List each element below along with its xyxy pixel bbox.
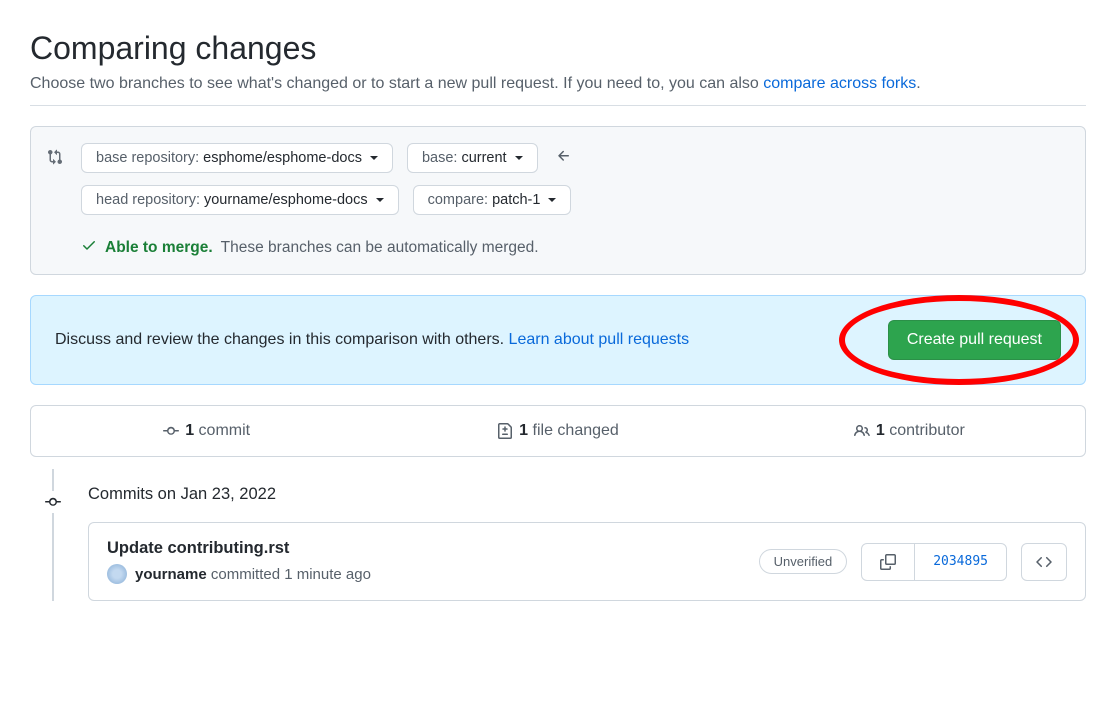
files-label: file changed — [528, 422, 619, 439]
merge-status-text: Able to merge. — [105, 239, 213, 257]
commit-sha-link[interactable]: 2034895 — [914, 544, 1006, 580]
pull-request-banner: Discuss and review the changes in this c… — [30, 295, 1086, 385]
base-repository-dropdown[interactable]: base repository: esphome/esphome-docs — [81, 143, 393, 173]
caret-down-icon — [548, 198, 556, 202]
base-repo-label: base repository: — [96, 150, 199, 166]
merge-status: Able to merge. These branches can be aut… — [81, 237, 1069, 258]
range-editor: base repository: esphome/esphome-docs ba… — [30, 126, 1086, 275]
commits-label: commit — [194, 422, 250, 439]
compare-across-forks-link[interactable]: compare across forks — [763, 75, 916, 92]
head-repository-dropdown[interactable]: head repository: yourname/esphome-docs — [81, 185, 399, 215]
commit-marker-icon — [42, 491, 64, 513]
base-value: current — [461, 150, 506, 166]
files-count: 1 — [519, 422, 528, 439]
subtitle-text: Choose two branches to see what's change… — [30, 75, 763, 92]
head-repo-value: yourname/esphome-docs — [204, 192, 368, 208]
timeline-line — [52, 469, 54, 601]
pr-banner-prefix: Discuss and review the changes in this c… — [55, 331, 509, 348]
page-subtitle: Choose two branches to see what's change… — [30, 75, 1086, 93]
check-icon — [81, 237, 97, 258]
verification-badge[interactable]: Unverified — [759, 549, 848, 574]
commit-title-link[interactable]: Update contributing.rst — [107, 539, 371, 558]
avatar-icon[interactable] — [107, 564, 127, 584]
compare-value: patch-1 — [492, 192, 540, 208]
caret-down-icon — [376, 198, 384, 202]
merge-status-description: These branches can be automatically merg… — [221, 239, 539, 257]
people-icon — [854, 423, 870, 439]
commit-list-item: Update contributing.rst yourname committ… — [88, 522, 1086, 601]
contributors-count: 1 — [876, 422, 885, 439]
commit-icon — [163, 423, 179, 439]
divider — [30, 105, 1086, 106]
commits-count: 1 — [185, 422, 194, 439]
files-changed-tab[interactable]: 1 file changed — [382, 406, 733, 456]
comparison-stats: 1 commit 1 file changed 1 contributor — [30, 405, 1086, 457]
contributors-tab[interactable]: 1 contributor — [734, 406, 1085, 456]
compare-branch-dropdown[interactable]: compare: patch-1 — [413, 185, 572, 215]
pr-banner-text: Discuss and review the changes in this c… — [55, 331, 689, 349]
arrow-left-icon — [552, 148, 576, 169]
commits-timeline: Commits on Jan 23, 2022 Update contribut… — [30, 485, 1086, 601]
base-label: base: — [422, 150, 457, 166]
commit-time: committed 1 minute ago — [207, 566, 371, 583]
commit-sha-group: 2034895 — [861, 543, 1007, 581]
caret-down-icon — [370, 156, 378, 160]
commits-count-tab[interactable]: 1 commit — [31, 406, 382, 456]
caret-down-icon — [515, 156, 523, 160]
compare-label: compare: — [428, 192, 488, 208]
learn-about-prs-link[interactable]: Learn about pull requests — [509, 331, 690, 348]
create-pull-request-button[interactable]: Create pull request — [888, 320, 1061, 360]
commits-date-heading: Commits on Jan 23, 2022 — [88, 485, 1086, 504]
commit-meta: yourname committed 1 minute ago — [107, 564, 371, 584]
file-diff-icon — [497, 423, 513, 439]
base-branch-dropdown[interactable]: base: current — [407, 143, 538, 173]
subtitle-suffix: . — [916, 75, 920, 92]
page-title: Comparing changes — [30, 30, 1086, 67]
commit-author-link[interactable]: yourname — [135, 566, 207, 583]
head-repo-label: head repository: — [96, 192, 200, 208]
browse-code-button[interactable] — [1021, 543, 1067, 581]
copy-sha-button[interactable] — [862, 544, 914, 580]
contributors-label: contributor — [885, 422, 965, 439]
git-compare-icon — [47, 149, 63, 168]
base-repo-value: esphome/esphome-docs — [203, 150, 362, 166]
